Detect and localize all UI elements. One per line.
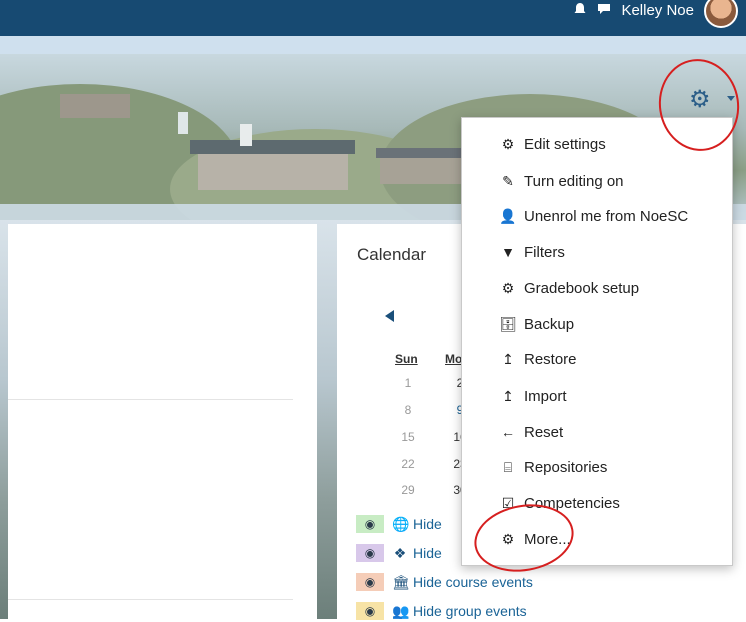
course-settings-dropdown: ⚙ Edit settings ✎ Turn editing on 👤 Unen… [461,117,733,566]
menu-item-label[interactable]: Unenrol me from NoeSC [524,208,688,225]
menu-item-label[interactable]: Repositories [524,459,607,476]
calendar-day[interactable]: 8 [397,403,419,417]
menu-item-competencies[interactable]: ☑ Competencies [462,488,732,518]
calendar-day-header: Mo [445,352,463,366]
menu-item-label[interactable]: Gradebook setup [524,280,639,297]
menu-item-label[interactable]: Turn editing on [524,173,624,190]
menu-item-import[interactable]: ↥ Import [462,381,732,411]
legend-row-category[interactable]: ◉ ❖ Hide [356,542,442,564]
file-archive-icon: 🗄 [499,315,517,332]
content-divider [8,599,293,600]
menu-item-label[interactable]: Edit settings [524,136,606,153]
legend-row-global[interactable]: ◉ 🌐 Hide [356,513,442,535]
eye-icon[interactable]: ◉ [356,544,384,562]
menu-item-more[interactable]: ⚙ More... [462,524,732,554]
top-navbar: Kelley Noe [0,0,746,36]
calendar-day[interactable]: 1 [397,376,419,390]
bell-icon[interactable] [573,2,587,16]
main-content-panel [8,224,317,619]
user-icon: 👤 [499,207,517,224]
menu-item-reset[interactable]: ← Reset [462,417,732,447]
calendar-day[interactable]: 22 [397,457,419,471]
menu-item-edit-settings[interactable]: ⚙ Edit settings [462,129,732,159]
gear-icon: ⚙ [501,279,515,296]
menu-item-restore[interactable]: ↥ Restore [462,344,732,374]
navbar-underline [0,36,746,54]
menu-item-turn-editing-on[interactable]: ✎ Turn editing on [462,166,732,196]
eye-icon[interactable]: ◉ [356,602,384,620]
menu-item-label[interactable]: Import [524,388,567,405]
legend-row-course[interactable]: ◉ 🏛 Hide course events [356,571,533,593]
calendar-day-header: Sun [395,352,418,366]
cubes-icon: ❖ [393,544,407,561]
caret-down-icon[interactable] [727,96,735,101]
check-square-icon: ☑ [501,494,515,511]
menu-item-backup[interactable]: 🗄 Backup [462,309,732,339]
menu-item-label[interactable]: Competencies [524,495,620,512]
calendar-day[interactable]: 15 [397,430,419,444]
user-name[interactable]: Kelley Noe [621,2,694,19]
menu-item-repositories[interactable]: ⌸ Repositories [462,452,732,482]
filter-icon: ▼ [501,244,515,260]
content-divider [8,399,293,400]
arrow-left-icon: ← [501,424,515,440]
menu-item-label[interactable]: Backup [524,316,574,333]
hdd-icon: ⌸ [503,458,513,475]
legend-label[interactable]: Hide group events [413,603,527,619]
legend-label[interactable]: Hide course events [413,574,533,590]
user-menu[interactable]: Kelley Noe [573,0,738,36]
eye-icon[interactable]: ◉ [356,573,384,591]
course-settings-gear-icon[interactable]: ⚙ [689,88,711,112]
avatar[interactable] [704,0,738,28]
menu-item-label[interactable]: Restore [524,351,577,368]
institution-icon: 🏛 [392,573,410,590]
menu-item-label[interactable]: Reset [524,424,563,441]
upload-icon: ↥ [502,387,514,404]
gear-icon: ⚙ [501,135,515,152]
gear-icon: ⚙ [501,530,515,547]
pencil-icon: ✎ [502,172,514,189]
comment-icon[interactable] [597,2,611,16]
menu-item-label[interactable]: More... [524,531,571,548]
legend-label[interactable]: Hide [413,545,442,561]
legend-label[interactable]: Hide [413,516,442,532]
globe-icon: 🌐 [392,515,410,532]
menu-item-unenrol[interactable]: 👤 Unenrol me from NoeSC [462,201,732,231]
calendar-title: Calendar [357,245,426,264]
triangle-left-icon[interactable] [385,310,394,322]
group-icon: 👥 [392,602,410,619]
eye-icon[interactable]: ◉ [356,515,384,533]
menu-item-gradebook-setup[interactable]: ⚙ Gradebook setup [462,273,732,303]
menu-item-filters[interactable]: ▼ Filters [462,237,732,267]
menu-item-label[interactable]: Filters [524,244,565,261]
calendar-day[interactable]: 29 [397,483,419,497]
upload-icon: ↥ [502,350,514,367]
